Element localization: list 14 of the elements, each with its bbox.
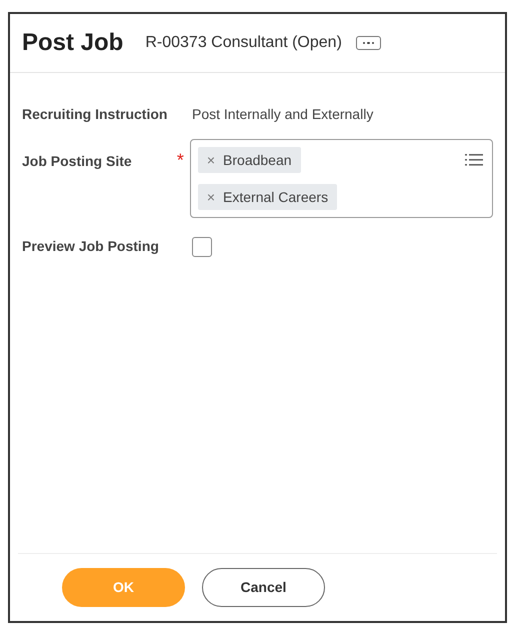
multiselect-field[interactable]: × Broadbean × External Careers (190, 139, 493, 218)
field-label: Preview Job Posting (22, 237, 159, 256)
field-label: Job Posting Site (22, 152, 132, 171)
selected-chip[interactable]: × External Careers (198, 184, 338, 210)
page-subtitle: R-00373 Consultant (Open) (145, 33, 342, 53)
more-options-button[interactable] (356, 36, 381, 50)
selected-chip[interactable]: × Broadbean (198, 147, 301, 173)
list-icon[interactable] (465, 153, 483, 167)
checkbox[interactable] (192, 236, 212, 256)
page-title: Post Job (22, 28, 124, 58)
field-label: Recruiting Instruction (22, 104, 168, 124)
required-mark: * (176, 151, 184, 169)
cancel-button[interactable]: Cancel (202, 568, 325, 607)
field-value: Post Internally and Externally (192, 104, 374, 124)
